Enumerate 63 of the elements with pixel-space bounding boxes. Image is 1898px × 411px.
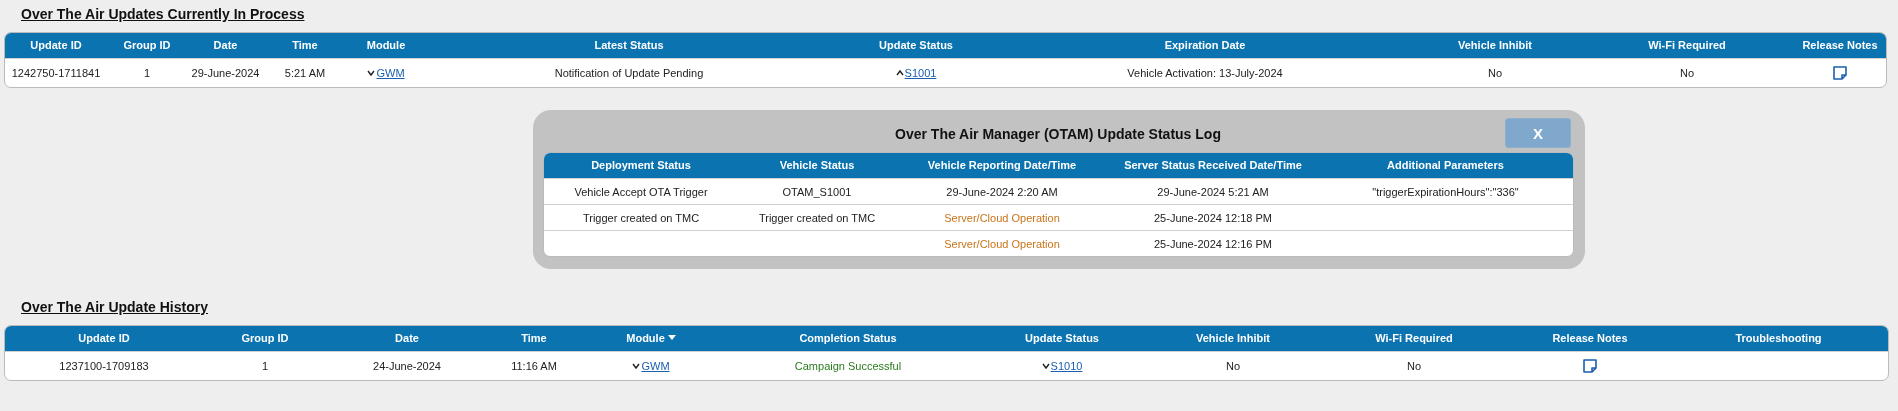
table-cell: 24-June-2024 bbox=[373, 360, 441, 372]
column-header: Module bbox=[366, 39, 406, 51]
table-cell: 25-June-2024 12:16 PM bbox=[1154, 237, 1272, 250]
table-cell: Notification of Update Pending bbox=[554, 67, 704, 79]
column-header: Vehicle Inhibit bbox=[1196, 332, 1270, 344]
note-icon[interactable] bbox=[1832, 65, 1848, 81]
table-cell: Vehicle Accept OTA Trigger bbox=[574, 185, 708, 198]
table-cell: No bbox=[1679, 67, 1695, 79]
status-text: Server/Cloud Operation bbox=[944, 211, 1060, 224]
table-cell: No bbox=[1225, 360, 1241, 372]
note-icon[interactable] bbox=[1582, 358, 1598, 374]
table-cell: No bbox=[1406, 360, 1422, 372]
status-text: Campaign Successful bbox=[794, 360, 902, 372]
table-cell: 1242750-1711841 bbox=[11, 67, 101, 79]
table-cell: 29-June-2024 5:21 AM bbox=[1157, 185, 1269, 198]
table-cell: "triggerExpirationHours":"336" bbox=[1372, 185, 1519, 198]
column-header: Update ID bbox=[30, 39, 82, 51]
column-header: Release Notes bbox=[1552, 332, 1628, 344]
table-cell: OTAM_S1001 bbox=[782, 185, 852, 198]
column-header: Troubleshooting bbox=[1735, 332, 1822, 344]
column-header: Release Notes bbox=[1802, 39, 1878, 51]
table-cell: No bbox=[1487, 67, 1503, 79]
table-link[interactable]: GWM bbox=[376, 67, 405, 79]
table-cell: 1 bbox=[143, 67, 151, 79]
column-header: Additional Parameters bbox=[1387, 159, 1504, 171]
column-header: Latest Status bbox=[594, 39, 664, 51]
section-title: Over The Air Updates Currently In Process bbox=[21, 6, 305, 22]
table-cell: Vehicle Activation: 13-July-2024 bbox=[1127, 67, 1283, 79]
table-link[interactable]: GWM bbox=[641, 360, 670, 372]
column-header: Date bbox=[395, 332, 419, 344]
column-header: Server Status Received Date/Time bbox=[1124, 159, 1302, 171]
column-header: Module bbox=[626, 332, 665, 344]
table-cell: 1237100-1709183 bbox=[59, 360, 149, 372]
table-cell: 25-June-2024 12:18 PM bbox=[1154, 211, 1272, 224]
column-header: Update ID bbox=[78, 332, 130, 344]
column-header: Update Status bbox=[879, 39, 953, 51]
table-link[interactable]: S1010 bbox=[1050, 360, 1083, 372]
column-header: Wi-Fi Required bbox=[1648, 39, 1726, 51]
column-header: Group ID bbox=[241, 332, 289, 344]
column-header: Vehicle Reporting Date/Time bbox=[927, 159, 1077, 171]
dialog-title: Over The Air Manager (OTAM) Update Status Log bbox=[895, 126, 1221, 142]
column-header: Expiration Date bbox=[1164, 39, 1246, 51]
column-header: Time bbox=[521, 332, 547, 344]
column-header: Group ID bbox=[123, 39, 171, 51]
table-cell: 5:21 AM bbox=[284, 67, 326, 79]
column-header: Update Status bbox=[1025, 332, 1099, 344]
column-header: Vehicle Inhibit bbox=[1458, 39, 1532, 51]
sort-icon[interactable] bbox=[667, 335, 676, 341]
column-header: Wi-Fi Required bbox=[1375, 332, 1453, 344]
section-title: Over The Air Update History bbox=[21, 299, 208, 315]
table-cell: 11:16 AM bbox=[511, 360, 557, 372]
table-cell: 1 bbox=[261, 360, 269, 372]
column-header: Vehicle Status bbox=[779, 159, 855, 171]
table-cell: 29-June-2024 bbox=[191, 67, 260, 79]
table-link[interactable]: S1001 bbox=[904, 67, 937, 79]
table-cell: Trigger created on TMC bbox=[758, 211, 876, 224]
status-text: Server/Cloud Operation bbox=[944, 237, 1060, 250]
table-cell: Trigger created on TMC bbox=[582, 211, 700, 224]
column-header: Completion Status bbox=[799, 332, 897, 344]
column-header: Deployment Status bbox=[591, 159, 691, 171]
table-cell: 29-June-2024 2:20 AM bbox=[946, 185, 1058, 198]
column-header: Time bbox=[292, 39, 318, 51]
column-header: Date bbox=[213, 39, 238, 51]
